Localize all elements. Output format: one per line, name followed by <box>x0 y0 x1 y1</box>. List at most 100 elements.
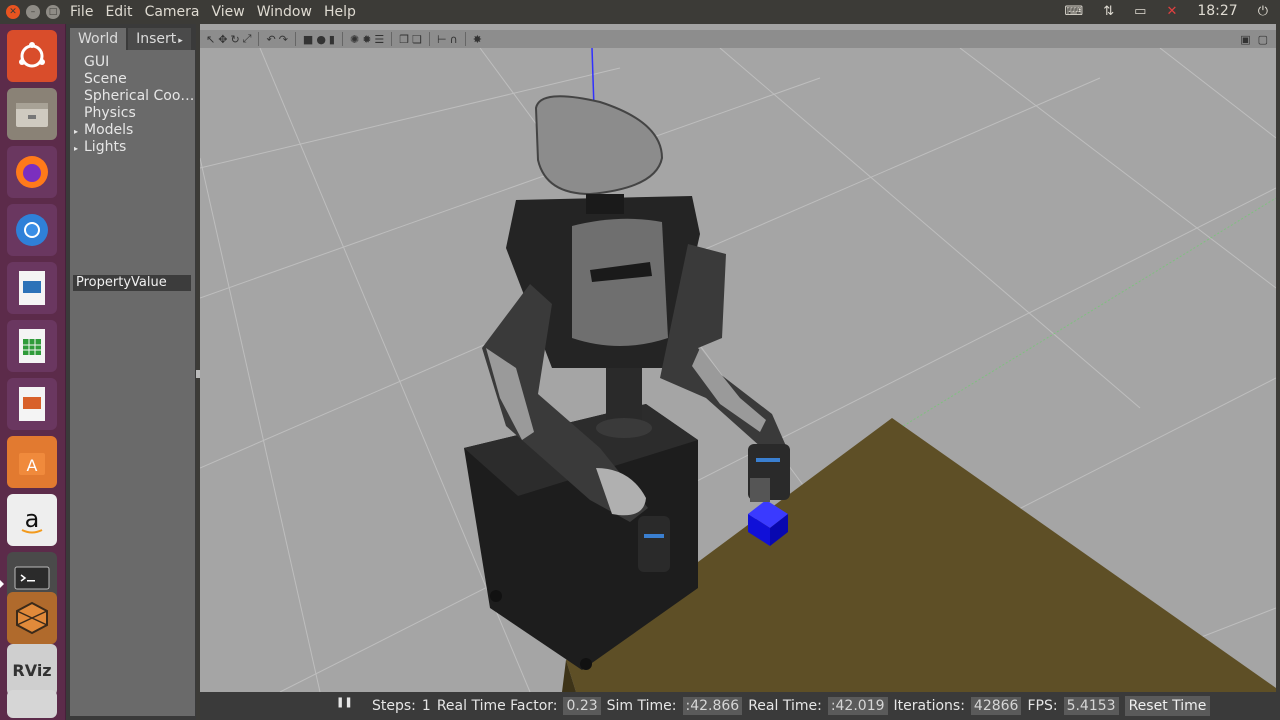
align-icon[interactable]: ⊢ <box>437 33 447 46</box>
toolbar-divider <box>294 32 296 46</box>
menu-edit[interactable]: Edit <box>105 3 132 21</box>
spot-light-icon[interactable]: ✹ <box>362 33 371 46</box>
sphere-shape-icon[interactable]: ● <box>316 33 326 46</box>
screenshot-icon[interactable]: ▣ <box>1240 33 1250 46</box>
expand-arrow-icon[interactable]: ▸ <box>74 140 82 156</box>
rviz-icon[interactable]: RViz <box>7 644 57 696</box>
toolbar-divider <box>429 32 431 46</box>
menu-view[interactable]: View <box>212 3 245 21</box>
top-panel: ✕ – □ File Edit Camera View Window Help … <box>0 0 1280 24</box>
fps-label: FPS: <box>1027 698 1058 714</box>
status-bar: ❚❚ Steps: 1 Real Time Factor: 0.23 Sim T… <box>200 692 1280 720</box>
toolbar-divider <box>391 32 393 46</box>
power-icon[interactable]: ⏻ <box>1258 4 1268 19</box>
left-panel: World Insert ▸ GUI Scene Spherical Coo… P… <box>66 24 196 720</box>
steps-label: Steps: <box>372 698 416 714</box>
tree-item-gui[interactable]: GUI <box>70 54 195 71</box>
iterations-label: Iterations: <box>893 698 965 714</box>
sim-time-value: :42.866 <box>682 697 743 715</box>
directional-light-icon[interactable]: ☰ <box>374 33 384 46</box>
tree-item-models-label: Models <box>84 122 134 138</box>
robot-chest <box>572 218 668 346</box>
chromium-icon[interactable] <box>7 204 57 256</box>
tab-scroll-right-icon[interactable]: ▸ <box>178 36 183 46</box>
redo-icon[interactable]: ↷ <box>279 33 288 46</box>
tree-item-lights-label: Lights <box>84 139 127 155</box>
tab-world[interactable]: World <box>70 28 127 50</box>
clock[interactable]: 18:27 <box>1197 3 1237 19</box>
system-tray: ⌨ ⇅ ▭ ✕ 18:27 ⏻ <box>1064 3 1268 19</box>
property-panel: PropertyValue <box>70 268 195 716</box>
keyboard-icon[interactable]: ⌨ <box>1064 4 1083 19</box>
real-time-value: :42.019 <box>827 697 888 715</box>
toolbar-divider <box>464 32 466 46</box>
cylinder-shape-icon[interactable]: ▮ <box>329 33 335 46</box>
network-icon[interactable]: ⇅ <box>1103 4 1114 19</box>
gazebo-icon[interactable] <box>7 592 57 644</box>
active-app-indicator-icon <box>0 580 4 588</box>
minimize-window-icon[interactable]: – <box>26 5 40 19</box>
ubuntu-software-icon[interactable]: A <box>7 436 57 488</box>
robot-neck <box>586 194 624 214</box>
menu-camera[interactable]: Camera <box>145 3 200 21</box>
change-view-icon[interactable]: ✸ <box>473 33 482 46</box>
amazon-icon[interactable]: a <box>7 494 57 546</box>
tree-item-scene[interactable]: Scene <box>70 71 195 88</box>
libreoffice-impress-icon[interactable] <box>7 378 57 430</box>
tree-item-lights[interactable]: ▸ Lights <box>70 139 195 156</box>
pause-icon[interactable]: ❚❚ <box>336 697 353 708</box>
robot-right-wrist-light <box>756 458 780 462</box>
libreoffice-calc-icon[interactable] <box>7 320 57 372</box>
3d-viewport[interactable]: ↖ ✥ ↻ ⤢ ↶ ↷ ■ ● ▮ ✺ ✹ ☰ ❐ ❏ ⊢ ∩ ✸ ▣ ▢ <box>200 24 1276 692</box>
viewport-toolbar: ↖ ✥ ↻ ⤢ ↶ ↷ ■ ● ▮ ✺ ✹ ☰ ❐ ❏ ⊢ ∩ ✸ ▣ ▢ <box>200 30 1276 48</box>
rtf-label: Real Time Factor: <box>436 698 558 714</box>
menu-bar: File Edit Camera View Window Help <box>70 3 356 21</box>
menu-help[interactable]: Help <box>324 3 356 21</box>
robot-left-gripper <box>638 516 670 572</box>
expand-arrow-icon[interactable]: ▸ <box>74 123 82 139</box>
left-panel-tabs: World Insert ▸ <box>70 28 191 50</box>
robot-wheel <box>580 658 592 670</box>
point-light-icon[interactable]: ✺ <box>350 33 359 46</box>
world-tree: GUI Scene Spherical Coo… Physics ▸ Models… <box>70 50 195 268</box>
tree-item-models[interactable]: ▸ Models <box>70 122 195 139</box>
tab-insert-label: Insert <box>136 31 177 47</box>
launcher: A a RViz <box>0 24 66 720</box>
libreoffice-draw-icon[interactable] <box>7 262 57 314</box>
robot-left-wrist-light <box>644 534 664 538</box>
ubuntu-dash-icon[interactable] <box>7 30 57 82</box>
paste-icon[interactable]: ❏ <box>412 33 422 46</box>
volume-muted-icon[interactable]: ✕ <box>1166 4 1177 19</box>
menu-file[interactable]: File <box>70 3 93 21</box>
steps-value[interactable]: 1 <box>422 698 431 714</box>
scale-mode-icon[interactable]: ⤢ <box>243 32 252 46</box>
firefox-icon[interactable] <box>7 146 57 198</box>
text-editor-icon[interactable] <box>7 690 57 718</box>
select-mode-icon[interactable]: ↖ <box>206 33 215 46</box>
tree-item-spherical-coordinates[interactable]: Spherical Coo… <box>70 88 195 105</box>
copy-icon[interactable]: ❐ <box>399 33 409 46</box>
robot-column-base <box>596 418 652 438</box>
box-shape-icon[interactable]: ■ <box>303 33 313 46</box>
fps-value: 5.4153 <box>1063 697 1119 715</box>
svg-text:a: a <box>25 505 40 533</box>
snap-icon[interactable]: ∩ <box>450 33 458 46</box>
translate-mode-icon[interactable]: ✥ <box>218 33 227 46</box>
tab-insert[interactable]: Insert ▸ <box>128 28 191 50</box>
maximize-window-icon[interactable]: □ <box>46 5 60 19</box>
toolbar-divider <box>341 32 343 46</box>
rotate-mode-icon[interactable]: ↻ <box>230 33 239 46</box>
reset-time-button[interactable]: Reset Time <box>1124 696 1211 716</box>
scene-render[interactable] <box>200 48 1276 692</box>
undo-icon[interactable]: ↶ <box>266 33 275 46</box>
sim-time-label: Sim Time: <box>606 698 677 714</box>
battery-icon[interactable]: ▭ <box>1134 4 1146 19</box>
tree-item-physics[interactable]: Physics <box>70 105 195 122</box>
property-header: PropertyValue <box>73 275 191 291</box>
rtf-value: 0.23 <box>563 697 601 715</box>
menu-window[interactable]: Window <box>257 3 312 21</box>
real-time-label: Real Time: <box>748 698 822 714</box>
close-window-icon[interactable]: ✕ <box>6 5 20 19</box>
record-icon[interactable]: ▢ <box>1258 33 1268 46</box>
files-icon[interactable] <box>7 88 57 140</box>
